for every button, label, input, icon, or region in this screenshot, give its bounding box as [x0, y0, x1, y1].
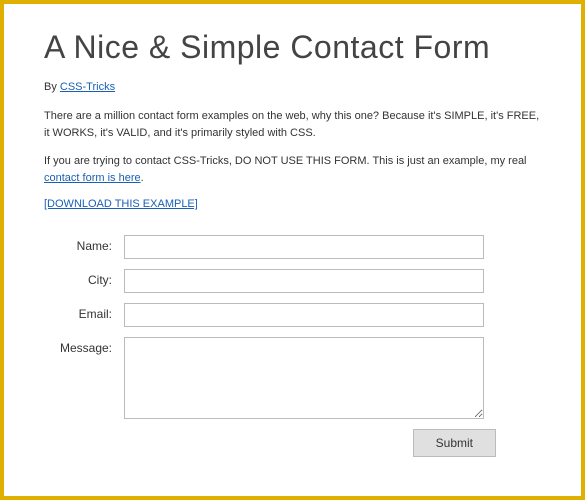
warning-suffix: . — [141, 172, 144, 184]
byline: By CSS-Tricks — [44, 81, 541, 93]
download-container: [DOWNLOAD THIS EXAMPLE] — [44, 198, 541, 210]
name-input[interactable] — [124, 235, 484, 259]
download-link[interactable]: [DOWNLOAD THIS EXAMPLE] — [44, 198, 198, 210]
city-label: City: — [44, 269, 124, 287]
contact-form-link[interactable]: contact form is here — [44, 172, 141, 184]
city-input[interactable] — [124, 269, 484, 293]
name-label: Name: — [44, 235, 124, 253]
submit-button[interactable]: Submit — [413, 429, 496, 457]
page-title: A Nice & Simple Contact Form — [44, 29, 541, 66]
message-row: Message: — [44, 337, 541, 419]
author-link[interactable]: CSS-Tricks — [60, 81, 115, 93]
message-label: Message: — [44, 337, 124, 355]
message-textarea[interactable] — [124, 337, 484, 419]
email-row: Email: — [44, 303, 541, 327]
contact-form: Name: City: Email: Message: Submit — [44, 235, 541, 457]
warning-text: If you are trying to contact CSS-Tricks,… — [44, 155, 527, 167]
warning-paragraph: If you are trying to contact CSS-Tricks,… — [44, 153, 541, 186]
city-row: City: — [44, 269, 541, 293]
email-label: Email: — [44, 303, 124, 321]
intro-paragraph: There are a million contact form example… — [44, 108, 541, 141]
submit-row: Submit — [44, 429, 496, 457]
byline-prefix: By — [44, 81, 60, 93]
email-input[interactable] — [124, 303, 484, 327]
page-container: A Nice & Simple Contact Form By CSS-Tric… — [4, 4, 581, 477]
name-row: Name: — [44, 235, 541, 259]
